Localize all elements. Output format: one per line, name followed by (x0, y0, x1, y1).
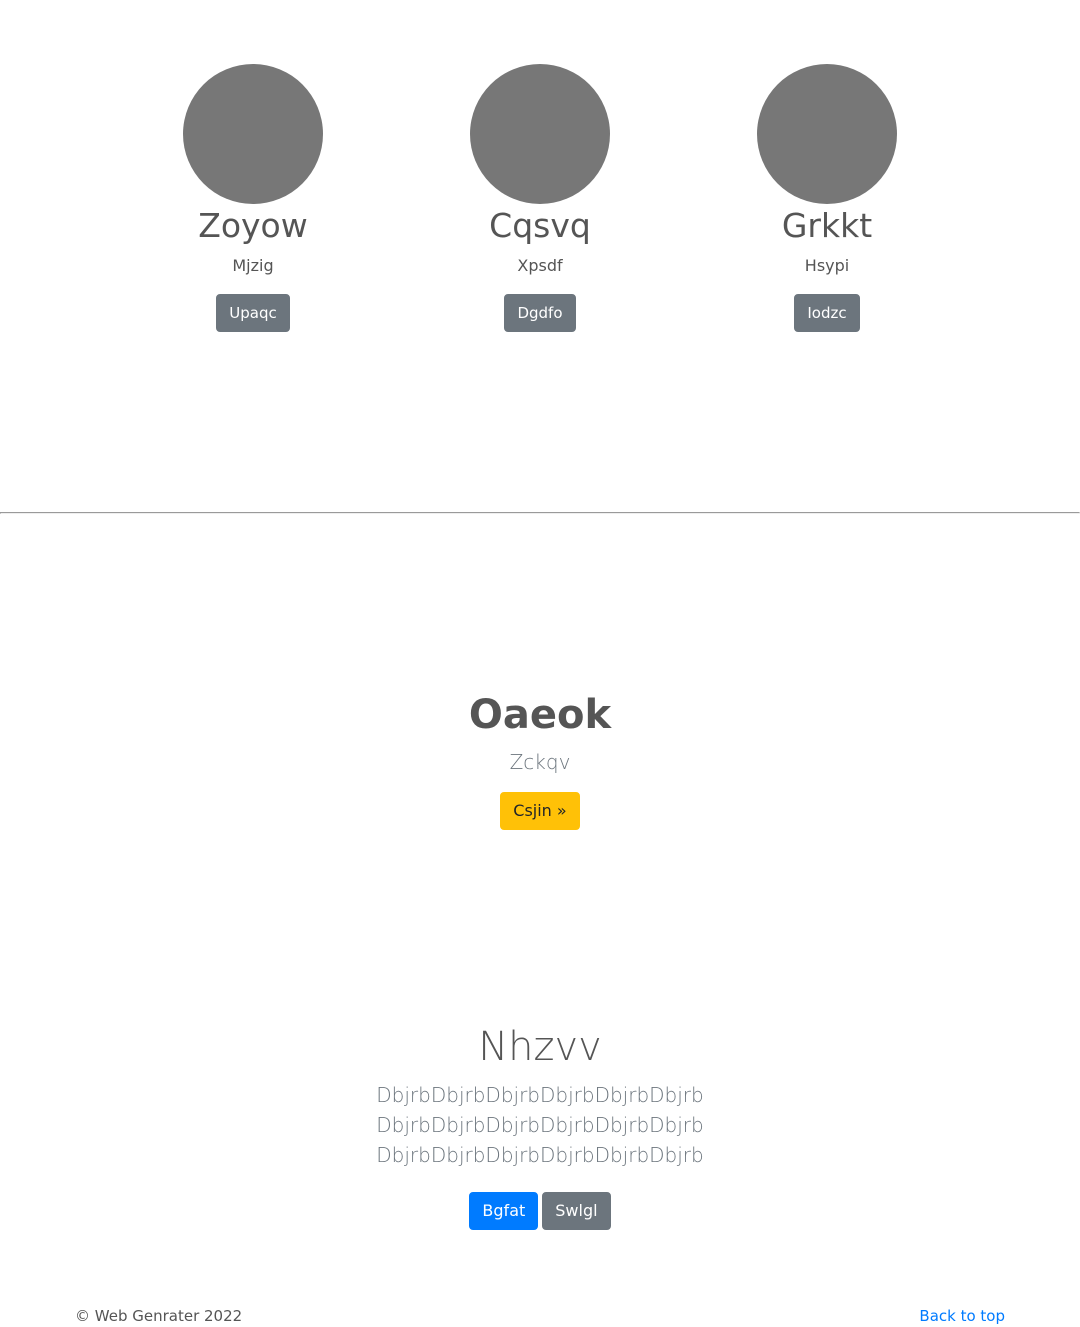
profile-role: Mjzig (232, 256, 274, 275)
feature-subtitle: Zckqv (509, 750, 571, 774)
back-to-top-link[interactable]: Back to top (919, 1307, 1005, 1325)
secondary-button[interactable]: Swlgl (542, 1192, 611, 1230)
avatar (757, 64, 897, 204)
profile-card: Cqsvq Xpsdf Dgdfo (420, 64, 660, 332)
section-divider (0, 512, 1080, 514)
profile-card: Grkkt Hsypi Iodzc (707, 64, 947, 332)
profiles-section: Zoyow Mjzig Upaqc Cqsvq Xpsdf Dgdfo Grkk… (0, 0, 1080, 512)
profile-button[interactable]: Dgdfo (504, 294, 576, 332)
avatar (183, 64, 323, 204)
feature-button[interactable]: Csjin » (500, 792, 580, 830)
profile-name: Zoyow (198, 206, 308, 245)
avatar (470, 64, 610, 204)
jumbotron-actions: Bgfat Swlgl (469, 1192, 611, 1230)
profile-button[interactable]: Upaqc (216, 294, 290, 332)
jumbotron-lead: DbjrbDbjrbDbjrbDbjrbDbjrbDbjrb DbjrbDbjr… (376, 1083, 704, 1167)
profile-button[interactable]: Iodzc (794, 294, 860, 332)
feature-section: Oaeok Zckqv Csjin » (0, 690, 1080, 830)
primary-button[interactable]: Bgfat (469, 1192, 539, 1230)
jumbotron-title: Nhzvv (478, 1024, 602, 1070)
profile-name: Grkkt (781, 206, 873, 245)
profile-name: Cqsvq (489, 206, 591, 245)
jumbotron-section: Nhzvv DbjrbDbjrbDbjrbDbjrbDbjrbDbjrb Dbj… (0, 1022, 1080, 1230)
profile-card: Zoyow Mjzig Upaqc (133, 64, 373, 332)
footer: © Web Genrater 2022 Back to top (75, 1304, 1005, 1327)
feature-title: Oaeok (468, 692, 612, 738)
profile-role: Xpsdf (517, 256, 563, 275)
copyright-text: © Web Genrater 2022 (75, 1307, 243, 1325)
profile-role: Hsypi (804, 256, 850, 275)
